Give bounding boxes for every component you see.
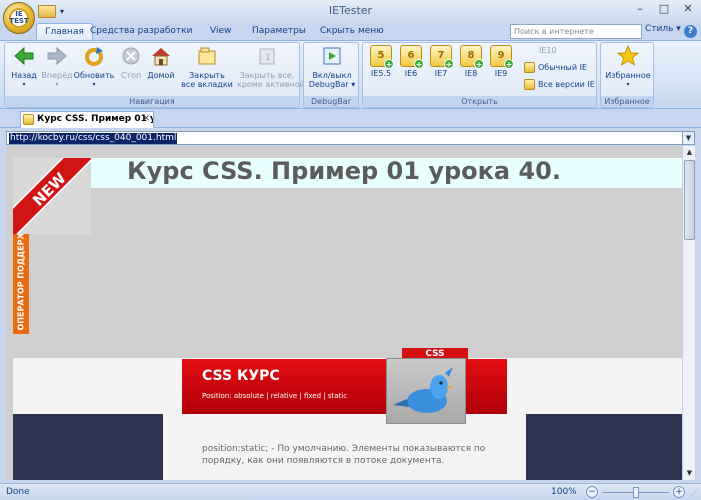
style-menu[interactable]: Стиль ▾ bbox=[645, 24, 681, 34]
zoom-slider-thumb[interactable] bbox=[632, 487, 639, 498]
window-title: IETester bbox=[328, 4, 373, 17]
search-input[interactable]: Поиск в интернете bbox=[510, 24, 642, 39]
blue-bird-icon bbox=[393, 367, 453, 413]
window-controls: – □ ✕ bbox=[633, 3, 695, 17]
minimize-button[interactable]: – bbox=[633, 3, 647, 17]
home-button[interactable]: Домой bbox=[145, 45, 177, 80]
group-debugbar: Вкл/выкл DebugBar ▾ DebugBar bbox=[303, 42, 359, 108]
status-bar: Done 100% − + ⋰ bbox=[0, 483, 701, 500]
favorites-button[interactable]: Избранное ▾ bbox=[603, 44, 653, 89]
refresh-button[interactable]: Обновить ▾ bbox=[73, 45, 115, 89]
group-label-favorites: Избранное bbox=[601, 96, 653, 107]
help-icon[interactable]: ? bbox=[684, 25, 697, 38]
tab-settings[interactable]: Параметры bbox=[244, 23, 314, 40]
ribbon: Назад ▾ Вперёд ▾ Обновить ▾ Стоп Домой З… bbox=[0, 40, 701, 109]
page-heading: Курс CSS. Пример 01 урока 40. bbox=[127, 157, 561, 185]
new-corner-banner[interactable]: NEW bbox=[13, 158, 91, 234]
refresh-icon bbox=[85, 47, 103, 66]
group-label-navigation: Навигация bbox=[5, 96, 299, 107]
ie55-icon: 5 + bbox=[370, 45, 394, 69]
close-all-tabs-button[interactable]: Закрыть все вкладки bbox=[179, 45, 235, 89]
scroll-down-icon[interactable]: ▼ bbox=[683, 467, 696, 480]
forward-button[interactable]: Вперёд ▾ bbox=[41, 45, 73, 89]
zoom-level[interactable]: 100% bbox=[551, 487, 577, 497]
qat-dropdown-icon[interactable]: ▾ bbox=[60, 7, 64, 16]
home-icon bbox=[152, 48, 170, 66]
scroll-up-icon[interactable]: ▲ bbox=[683, 146, 696, 159]
ie8-icon: 8 + bbox=[460, 45, 484, 69]
tab-hide-menu[interactable]: Скрыть меню bbox=[312, 23, 392, 40]
qat-buttons: ▾ bbox=[38, 3, 78, 20]
course-title: CSS КУРС bbox=[202, 368, 280, 384]
title-bar: IETester – □ ✕ bbox=[0, 0, 701, 23]
ie-tester-logo-icon: IE TEST bbox=[9, 8, 29, 28]
open-normal-ie-button[interactable]: Обычный IE bbox=[524, 62, 587, 73]
ie6-icon: 6 + bbox=[400, 45, 424, 69]
course-subtitle: Position: absolute | relative | fixed | … bbox=[202, 392, 348, 400]
maximize-button[interactable]: □ bbox=[657, 3, 671, 17]
tab-view[interactable]: View bbox=[202, 23, 239, 40]
stop-button[interactable]: Стоп bbox=[117, 45, 145, 80]
debugbar-toggle-button[interactable]: Вкл/выкл DebugBar ▾ bbox=[306, 45, 358, 89]
ie7-icon: 7 + bbox=[430, 45, 454, 69]
group-label-open: Открыть bbox=[363, 96, 596, 107]
document-tab-strip: Курс CSS. Пример 01 урок... ✕ bbox=[0, 110, 701, 128]
tab-dev-tools[interactable]: Средства разработки bbox=[82, 23, 200, 40]
left-dark-block bbox=[13, 414, 163, 480]
close-window-button[interactable]: ✕ bbox=[681, 3, 695, 17]
close-tabs-icon bbox=[198, 47, 216, 65]
star-icon bbox=[616, 44, 640, 67]
address-url[interactable]: http://kocby.ru/css/css_040_001.html bbox=[9, 133, 178, 144]
group-open: 5 + IE5.5 6 + IE6 7 + IE7 8 + IE8 9 + IE9 IE1… bbox=[362, 42, 597, 108]
group-label-debugbar: DebugBar bbox=[304, 96, 358, 107]
close-tab-icon[interactable]: ✕ bbox=[142, 112, 150, 127]
close-other-tabs-icon: 1 bbox=[259, 48, 275, 65]
ie-icon bbox=[524, 62, 535, 73]
open-ie55-button[interactable]: 5 + IE5.5 bbox=[367, 45, 395, 78]
app-menu-orb[interactable]: IE TEST bbox=[3, 2, 35, 34]
back-button[interactable]: Назад ▾ bbox=[9, 45, 39, 89]
forward-arrow-icon bbox=[47, 46, 67, 66]
address-bar[interactable]: http://kocby.ru/css/css_040_001.html ▼ bbox=[6, 131, 695, 145]
right-dark-block bbox=[526, 414, 682, 480]
vertical-scrollbar[interactable]: ▲ ▼ bbox=[682, 146, 695, 480]
ie-all-icon bbox=[524, 79, 535, 90]
open-folder-icon[interactable] bbox=[38, 5, 56, 18]
address-dropdown-icon[interactable]: ▼ bbox=[682, 132, 694, 144]
support-operator-label: ОПЕРАТОР ПОДДЕРЖКИ bbox=[16, 234, 26, 331]
zoom-in-icon[interactable]: + bbox=[673, 486, 685, 498]
document-tab-title: Курс CSS. Пример 01 урок... bbox=[37, 114, 153, 124]
support-operator-tab[interactable]: ОПЕРАТОР ПОДДЕРЖКИ bbox=[13, 234, 29, 334]
new-badge: NEW bbox=[13, 158, 91, 234]
stop-icon bbox=[122, 47, 140, 65]
open-ie6-button[interactable]: 6 + IE6 bbox=[399, 45, 424, 78]
open-ie9-button[interactable]: 9 + IE9 bbox=[489, 45, 514, 78]
close-other-tabs-button[interactable]: 1 Закрыть все, кроме активной bbox=[237, 45, 305, 89]
group-navigation: Назад ▾ Вперёд ▾ Обновить ▾ Стоп Домой З… bbox=[4, 42, 305, 108]
open-ie8-button[interactable]: 8 + IE8 bbox=[459, 45, 484, 78]
document-tab[interactable]: Курс CSS. Пример 01 урок... ✕ bbox=[20, 111, 154, 128]
open-ie7-button[interactable]: 7 + IE7 bbox=[429, 45, 454, 78]
scroll-thumb[interactable] bbox=[684, 160, 695, 240]
svg-text:1: 1 bbox=[265, 53, 271, 63]
group-favorites: Избранное ▾ Избранное bbox=[600, 42, 654, 108]
debugbar-icon bbox=[323, 47, 341, 65]
zoom-out-icon[interactable]: − bbox=[586, 486, 598, 498]
position-static-description: position:static; - По умолчанию. Элемент… bbox=[202, 444, 486, 466]
bird-image bbox=[386, 358, 466, 424]
web-page-viewport: Курс CSS. Пример 01 урока 40. NEW ОПЕРАТ… bbox=[6, 146, 682, 480]
ie-favicon-icon bbox=[23, 114, 34, 125]
status-text: Done bbox=[6, 487, 30, 497]
open-ie10-button[interactable]: IE10 bbox=[539, 46, 557, 55]
resize-grip-icon[interactable]: ⋰ bbox=[691, 488, 699, 497]
ie9-icon: 9 + bbox=[490, 45, 514, 69]
open-all-versions-button[interactable]: Все версии IE bbox=[524, 79, 595, 90]
back-arrow-icon bbox=[14, 46, 34, 66]
